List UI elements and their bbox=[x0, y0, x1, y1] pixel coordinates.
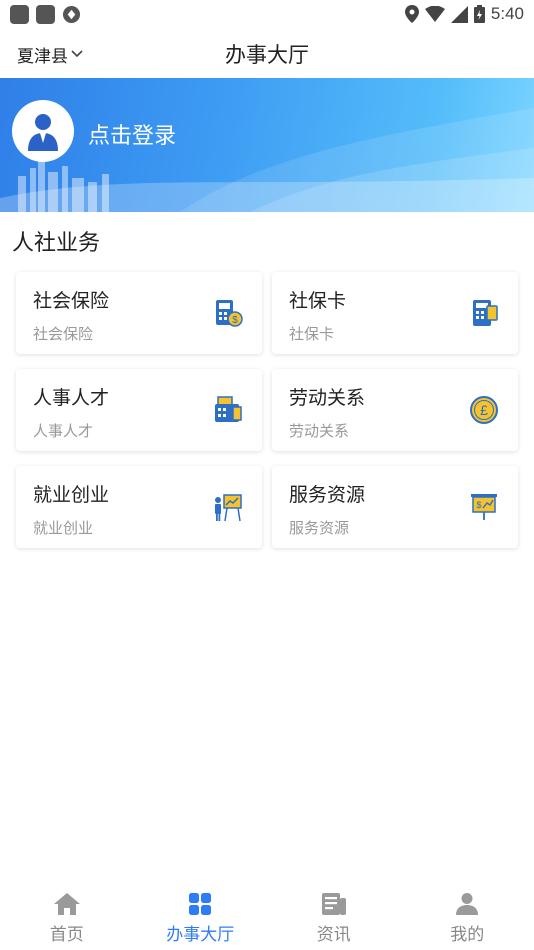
login-banner[interactable]: 点击登录 bbox=[0, 78, 534, 212]
card-title: 人事人才 bbox=[33, 387, 110, 409]
card-title: 社保卡 bbox=[289, 290, 347, 312]
signal-icon bbox=[450, 5, 468, 23]
card-title: 社会保险 bbox=[33, 290, 110, 312]
location-icon bbox=[404, 5, 419, 23]
svg-text:£: £ bbox=[480, 402, 488, 418]
pos-terminal-icon: $ bbox=[216, 300, 243, 327]
card-title: 就业创业 bbox=[33, 484, 110, 506]
chevron-down-icon bbox=[71, 48, 83, 61]
service-card-service-resources[interactable]: 服务资源 服务资源 $ bbox=[272, 466, 518, 548]
status-time: 5:40 bbox=[490, 4, 524, 23]
service-card-personnel-talent[interactable]: 人事人才 人事人才 bbox=[16, 369, 262, 451]
service-card-social-insurance[interactable]: 社会保险 社会保险 $ bbox=[16, 272, 262, 354]
service-card-social-security-card[interactable]: 社保卡 社保卡 bbox=[272, 272, 518, 354]
pound-coin-icon: £ bbox=[470, 396, 498, 424]
nav-mine[interactable]: 我的 bbox=[401, 880, 534, 950]
presentation-person-icon bbox=[215, 494, 242, 522]
status-indicators: 5:40 bbox=[404, 4, 524, 24]
avatar[interactable] bbox=[12, 100, 74, 162]
card-subtitle: 劳动关系 bbox=[289, 422, 350, 440]
printer-icon bbox=[215, 396, 242, 422]
finance-board-icon: $ bbox=[471, 494, 497, 520]
app-header: 夏津县 办事大厅 bbox=[0, 28, 534, 78]
nav-home[interactable]: 首页 bbox=[0, 880, 134, 950]
city-wave-illustration bbox=[0, 108, 534, 212]
home-icon bbox=[52, 890, 82, 918]
login-link[interactable]: 点击登录 bbox=[88, 118, 176, 150]
region-label: 夏津县 bbox=[17, 47, 68, 67]
card-subtitle: 社会保险 bbox=[33, 325, 94, 343]
card-title: 劳动关系 bbox=[289, 387, 366, 409]
region-selector[interactable]: 夏津县 bbox=[17, 42, 83, 67]
grid-icon bbox=[185, 890, 215, 918]
nav-label: 我的 bbox=[450, 925, 485, 945]
nav-label: 资讯 bbox=[316, 925, 351, 945]
card-subtitle: 服务资源 bbox=[289, 519, 350, 537]
nav-news[interactable]: 资讯 bbox=[267, 880, 401, 950]
svg-text:$: $ bbox=[476, 500, 481, 510]
wifi-icon bbox=[424, 6, 445, 22]
status-notifications bbox=[10, 4, 81, 24]
card-subtitle: 人事人才 bbox=[33, 422, 94, 440]
card-reader-icon bbox=[473, 300, 498, 326]
news-icon bbox=[319, 890, 349, 918]
bottom-navigation: 首页 办事大厅 资讯 我的 bbox=[0, 880, 534, 950]
sync-icon bbox=[62, 5, 81, 23]
service-card-employment-entrepreneurship[interactable]: 就业创业 就业创业 bbox=[16, 466, 262, 548]
service-card-labor-relations[interactable]: 劳动关系 劳动关系 £ bbox=[272, 369, 518, 451]
section-title: 人社业务 bbox=[12, 231, 101, 256]
page-title: 办事大厅 bbox=[225, 43, 309, 67]
nav-label: 首页 bbox=[49, 925, 84, 945]
card-subtitle: 就业创业 bbox=[33, 519, 94, 537]
notification-icon bbox=[36, 4, 55, 24]
svg-text:$: $ bbox=[232, 315, 238, 326]
card-title: 服务资源 bbox=[289, 484, 366, 506]
nav-label: 办事大厅 bbox=[166, 925, 235, 945]
notification-icon bbox=[10, 4, 29, 24]
battery-icon bbox=[473, 5, 485, 23]
nav-service-hall[interactable]: 办事大厅 bbox=[134, 880, 268, 950]
card-subtitle: 社保卡 bbox=[289, 325, 335, 343]
user-avatar-icon bbox=[28, 114, 58, 151]
status-bar: 5:40 bbox=[0, 0, 534, 28]
user-icon bbox=[452, 890, 482, 918]
